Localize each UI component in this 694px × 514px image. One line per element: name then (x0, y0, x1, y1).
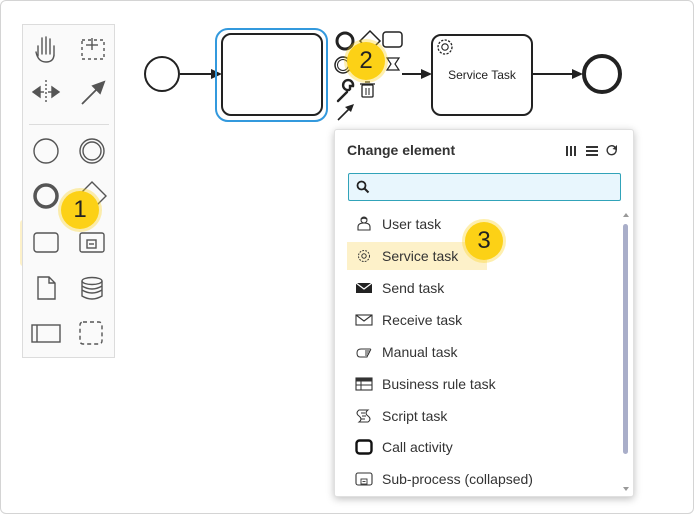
wrench-icon[interactable] (336, 78, 355, 103)
change-element-popup: Change element User task Service task Se… (334, 129, 634, 497)
envelope-icon (355, 312, 373, 328)
hand-icon (355, 344, 373, 360)
list-item-label: Receive task (382, 312, 463, 328)
list-item-script-task[interactable]: Script task (347, 402, 617, 430)
list-item-receive-task[interactable]: Receive task (347, 306, 617, 334)
table-icon (355, 376, 373, 392)
list-icon[interactable] (585, 144, 598, 162)
list-item-label: Service task (382, 248, 459, 264)
selected-task[interactable] (221, 33, 323, 116)
tool-palette (22, 24, 115, 358)
step-badge-2: 2 (347, 42, 385, 80)
arrow-head-icon (572, 69, 583, 79)
trash-icon[interactable] (360, 81, 375, 98)
list-item-send-task[interactable]: Send task (347, 274, 617, 302)
palette-separator (29, 124, 109, 125)
step-badge-3: 3 (465, 222, 503, 260)
start-event[interactable] (144, 56, 180, 92)
list-item-call-activity[interactable]: Call activity (347, 433, 617, 461)
step-badge-1: 1 (61, 191, 99, 229)
scrollbar[interactable] (621, 212, 631, 492)
append-task-icon[interactable] (382, 31, 403, 48)
scroll-down-icon[interactable] (623, 487, 629, 491)
scrollbar-thumb[interactable] (623, 224, 628, 454)
list-item-label: Script task (382, 408, 448, 424)
subprocess-collapsed-icon (355, 471, 373, 487)
call-activity-icon (355, 439, 373, 455)
list-item-business-rule-task[interactable]: Business rule task (347, 370, 617, 398)
search-icon (356, 180, 370, 199)
list-item-subprocess-collapsed[interactable]: Sub-process (collapsed) (347, 465, 617, 493)
list-item-label: Call activity (382, 439, 453, 455)
popup-header-icons (561, 144, 619, 160)
scroll-up-icon[interactable] (623, 213, 629, 217)
search-field[interactable] (348, 173, 621, 201)
script-icon (355, 408, 373, 424)
arrow-head-icon (421, 69, 432, 79)
append-end-event-icon[interactable] (335, 31, 355, 51)
user-icon (355, 216, 373, 232)
list-item-manual-task[interactable]: Manual task (347, 338, 617, 366)
append-text-annotation-icon[interactable] (385, 57, 401, 71)
list-item-label: Manual task (382, 344, 458, 360)
loop-icon[interactable] (606, 144, 619, 162)
gear-icon (355, 248, 373, 264)
connect-icon[interactable] (337, 104, 354, 121)
list-item-label: Send task (382, 280, 445, 296)
popup-title: Change element (347, 142, 456, 158)
search-input[interactable] (375, 177, 614, 199)
list-item-label: User task (382, 216, 442, 232)
envelope-filled-icon (355, 280, 373, 296)
gear-icon (437, 39, 453, 55)
service-task-label: Service Task (448, 68, 517, 82)
columns-icon[interactable] (565, 144, 577, 162)
end-event[interactable] (582, 54, 622, 94)
list-item-label: Sub-process (collapsed) (382, 471, 533, 487)
list-item-label: Business rule task (382, 376, 496, 392)
